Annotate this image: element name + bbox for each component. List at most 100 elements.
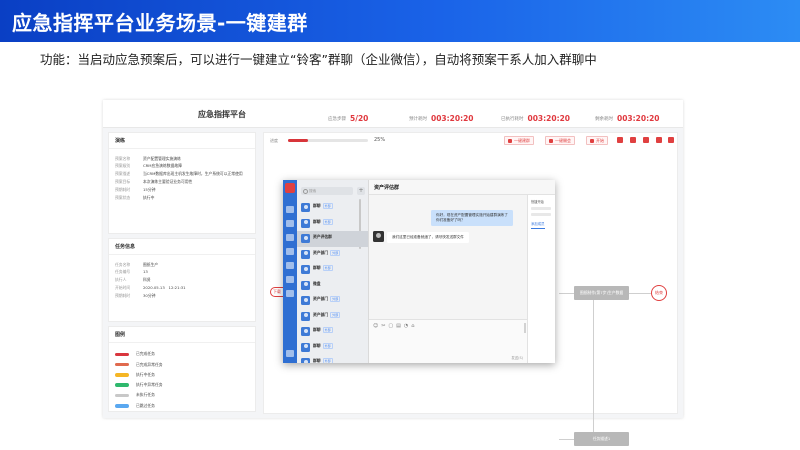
legend-swatch — [115, 383, 129, 387]
group-avatar — [301, 218, 310, 228]
legend-item: 已完成任务 — [109, 351, 255, 357]
input-toolbar[interactable]: ☺✂▢▤◔⌂ — [373, 323, 417, 329]
link-underline — [531, 228, 545, 229]
play-icon — [590, 139, 594, 143]
stop-icon[interactable] — [617, 137, 623, 143]
chat-list-item[interactable]: 资产部门 外部 — [297, 293, 368, 309]
plan-panel-header: 演练 — [109, 133, 255, 149]
chat-list-item[interactable]: 群聊 外部 — [297, 324, 368, 340]
flow-start-tab[interactable]: 下载 — [270, 287, 284, 297]
workbench-icon[interactable] — [286, 276, 294, 283]
flow-connector — [593, 300, 594, 435]
drive-avatar — [301, 280, 310, 290]
menu-icon[interactable] — [286, 350, 294, 357]
chat-list-item-active[interactable]: 资产评估群 — [297, 231, 368, 247]
chat-list-item[interactable]: 微盘 — [297, 278, 368, 294]
legend-panel: 图例 已完成任务 已完成异常任务 执行中任务 执行中异常任务 未执行任务 已跳过… — [108, 326, 256, 412]
chat-list-item[interactable]: 资产部门 外部 — [297, 309, 368, 325]
stat-steps: 应急步骤 5/20 — [328, 114, 369, 123]
plan-row: 预案描述 当CRM数据库出现主机发生故障时，生产系统可以正常使用 — [115, 171, 243, 177]
plan-row: 预案名称 资产配置管理实施演练 — [115, 155, 181, 161]
message-bubble-incoming: 我们这里已经准备就绪了，请尽快发送群文件 — [387, 232, 469, 243]
legend-item: 未执行任务 — [109, 392, 255, 398]
legend-item: 已跳过任务 — [109, 403, 255, 409]
member-placeholder — [531, 207, 551, 210]
add-icon[interactable]: + — [357, 187, 365, 195]
legend-swatch — [115, 404, 129, 408]
group-avatar — [301, 342, 310, 352]
wecom-chat-pane: 资产评估群 你好，现在资产配置管理实施开始建群演练了 你们准备好了吗？ 我们这里… — [369, 180, 555, 363]
wechat-icon — [508, 139, 512, 143]
chat-list-item[interactable]: 资产部门 外部 — [297, 247, 368, 263]
plan-info-panel: 演练 预案名称 资产配置管理实施演练 预案级别 CRM应急演练数据故障 预案描述 当C… — [108, 132, 256, 234]
progress-fill — [288, 139, 308, 142]
chat-list-item[interactable]: 群聊 外部 — [297, 200, 368, 216]
group-avatar — [301, 311, 310, 321]
plan-row: 预案级别 CRM应急演练数据故障 — [115, 163, 182, 169]
video-icon — [549, 139, 553, 143]
stat-estimated-time: 预计耗时 003:20:20 — [409, 114, 474, 123]
chat-list-item[interactable]: 群聊 外部 — [297, 216, 368, 232]
message-icon[interactable] — [286, 206, 294, 213]
group-avatar — [301, 327, 310, 336]
send-button[interactable]: 发送(S) — [511, 355, 523, 360]
task-row: 执行人 科贤 — [115, 277, 151, 283]
legend-swatch — [115, 393, 129, 398]
legend-item: 执行中异常任务 — [109, 382, 255, 388]
move-icon[interactable] — [643, 137, 649, 143]
message-input-area[interactable]: ☺✂▢▤◔⌂ 发送(S) — [369, 319, 527, 363]
chat-list-item[interactable]: 群聊 外部 — [297, 355, 368, 363]
task-row: 任务编号 13 — [115, 269, 148, 275]
group-avatar — [301, 296, 310, 305]
chat-header: 资产评估群 — [369, 180, 555, 195]
chat-list-item[interactable]: 群聊 外部 — [297, 262, 368, 278]
slide-header-bar: 应急指挥平台业务场景-一键建群 — [0, 0, 800, 42]
calendar-icon[interactable] — [286, 234, 294, 241]
meeting-icon[interactable] — [286, 290, 294, 297]
legend-panel-header: 图例 — [109, 327, 255, 343]
plan-row: 预案状态 执行中 — [115, 194, 155, 200]
start-button[interactable]: 开始 — [586, 136, 608, 145]
user-avatar[interactable] — [285, 183, 295, 193]
plan-row: 预案目标 本次演练主要验证业务可用性 — [115, 178, 193, 184]
one-click-meeting-button[interactable]: 一键開会 — [545, 136, 575, 145]
one-click-group-button[interactable]: 一键建群 — [504, 136, 534, 145]
member-placeholder — [531, 213, 551, 216]
contacts-icon[interactable] — [286, 220, 294, 227]
members-panel-title: 快捷开始 — [531, 200, 544, 204]
progress-percent: 25% — [374, 137, 386, 143]
flow-end-node[interactable]: 结束 — [651, 285, 667, 301]
slide-description: 功能：当启动应急预案后，可以进行一键建立“铃客”群聊（企业微信），自动将预案干系… — [40, 52, 597, 67]
sender-avatar[interactable] — [373, 231, 384, 242]
plan-row: 预期耗时 15分钟 — [115, 186, 156, 192]
message-bubble-outgoing: 你好，现在资产配置管理实施开始建群演练了 你们准备好了吗？ — [431, 210, 513, 226]
flow-connector — [559, 439, 574, 440]
legend-item: 已完成异常任务 — [109, 362, 255, 368]
group-avatar — [301, 203, 310, 212]
add-member-link[interactable]: 添加成员 — [528, 219, 555, 228]
flow-node-bottom[interactable]: 任务描述1 — [574, 432, 629, 446]
progress-label: 进度 — [270, 138, 278, 143]
grid-icon[interactable] — [630, 137, 636, 143]
legend-swatch — [115, 352, 129, 357]
pause-icon[interactable] — [656, 137, 662, 143]
flow-connector — [559, 293, 574, 294]
legend-swatch — [115, 362, 129, 367]
app-title: 应急指挥平台 — [198, 110, 246, 119]
wecom-search-input[interactable]: 搜索 — [301, 187, 353, 195]
slide-title: 应急指挥平台业务场景-一键建群 — [12, 11, 308, 35]
drive-icon[interactable] — [286, 262, 294, 269]
task-row: 任务名称 图纸生产 — [115, 261, 159, 267]
input-scrollbar[interactable] — [524, 323, 526, 333]
wecom-sidebar — [283, 180, 297, 363]
chat-title: 资产评估群 — [374, 185, 400, 191]
progress-bar — [288, 139, 368, 142]
chat-list-item[interactable]: 群聊 外部 — [297, 340, 368, 356]
flow-node-top[interactable]: 图纸制作(第7步)生产数据 — [574, 286, 629, 300]
legend-item: 执行中任务 — [109, 372, 255, 378]
docs-icon[interactable] — [286, 248, 294, 255]
wecom-window[interactable]: 搜索 + 群聊 外部 群聊 外部 资产评估群 资产部门 外部 群聊 外部 微盘 资产部门… — [283, 180, 555, 363]
group-avatar — [301, 234, 310, 243]
fullscreen-icon[interactable] — [668, 137, 674, 143]
app-top-bar: 应急指挥平台 应急步骤 5/20 预计耗时 003:20:20 已执行耗时 003:2… — [103, 100, 683, 128]
